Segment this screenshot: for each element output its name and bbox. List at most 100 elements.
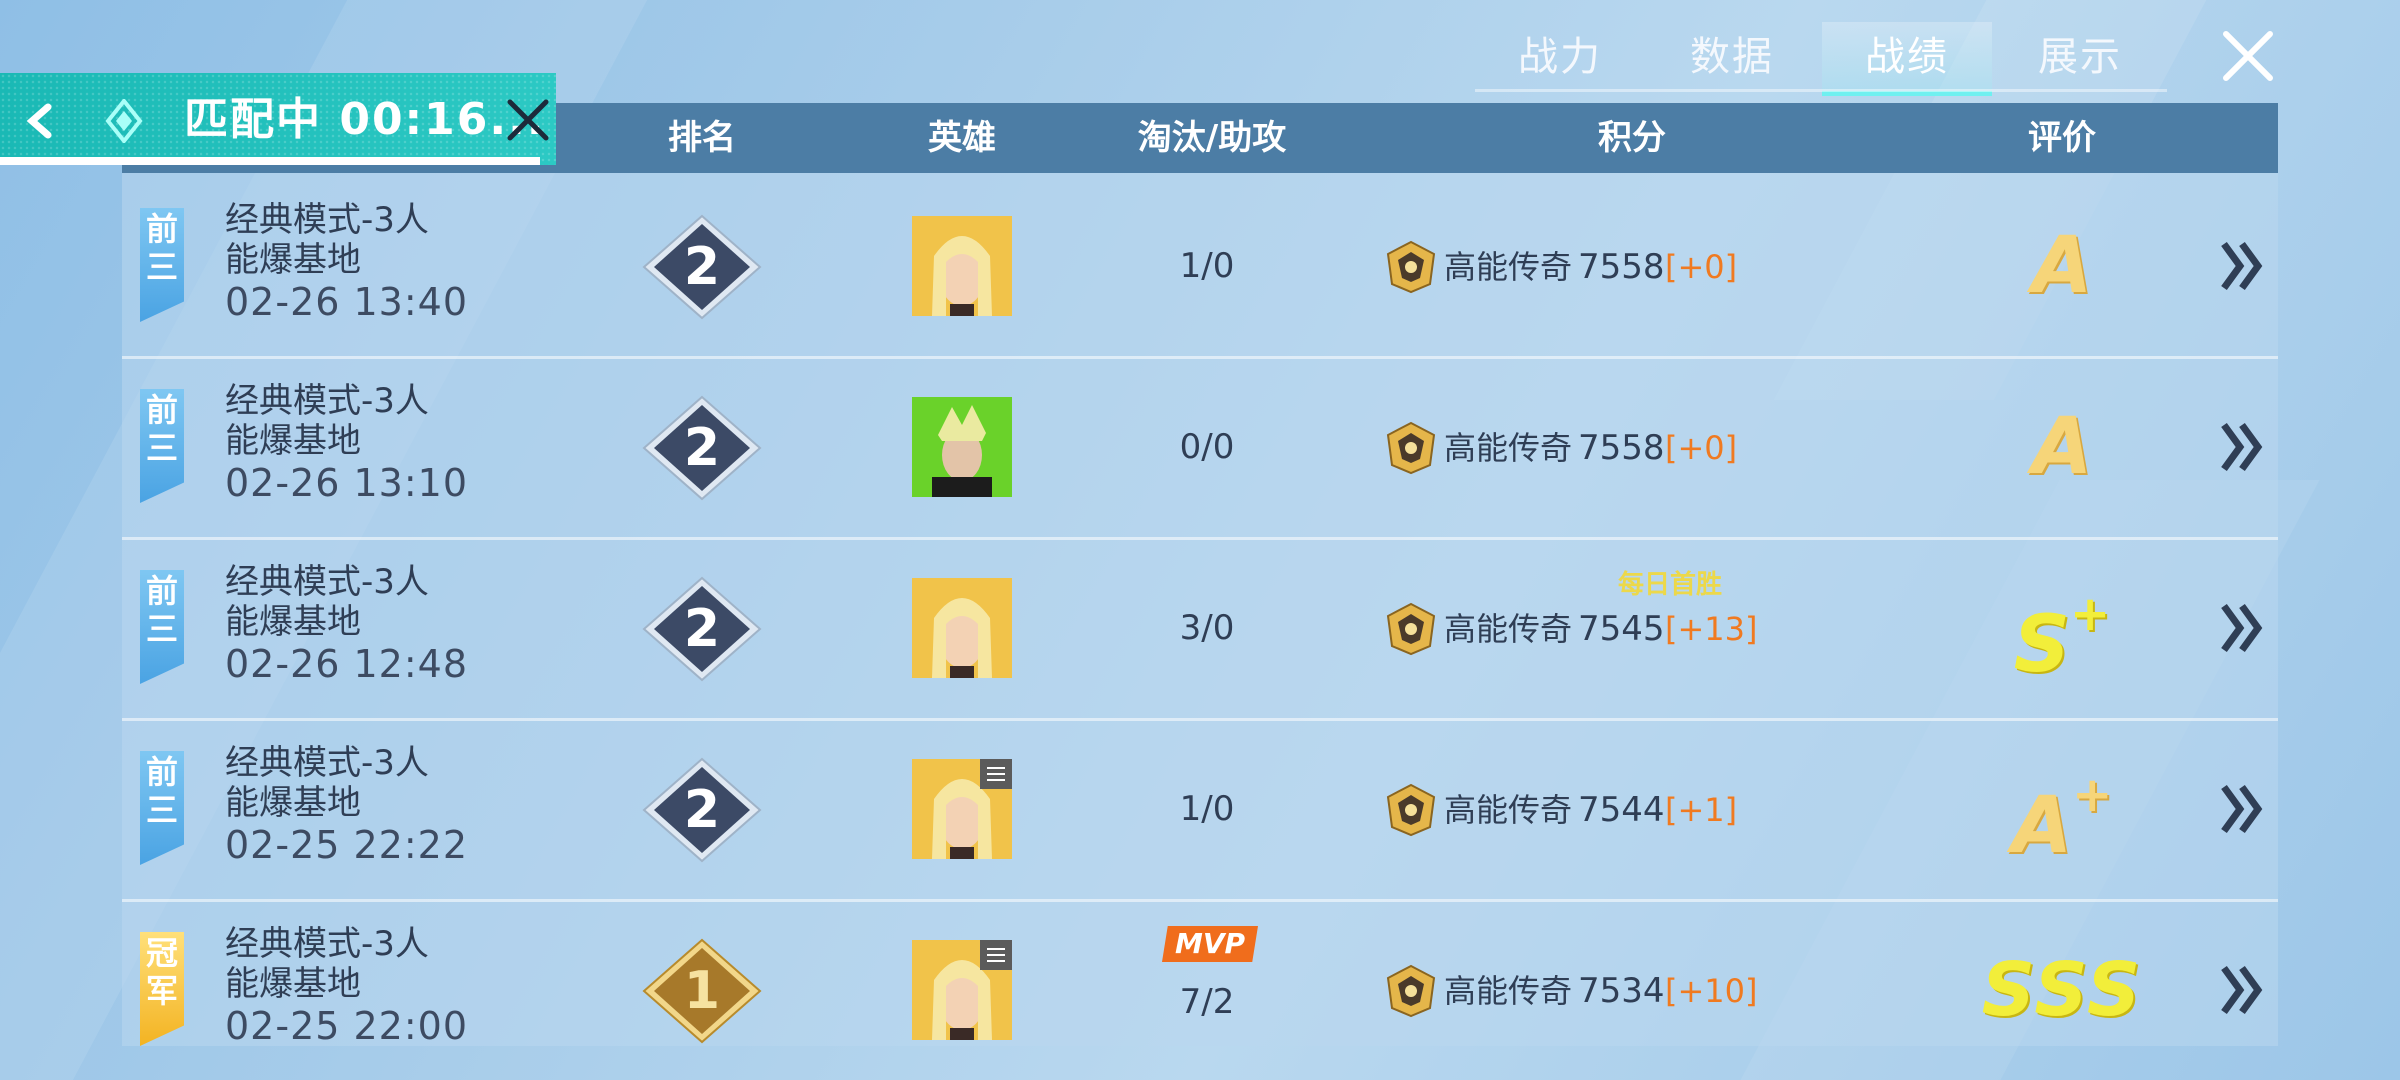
score-delta: [+1] — [1665, 791, 1738, 829]
close-icon[interactable] — [2220, 28, 2276, 84]
score-delta: [+10] — [1665, 972, 1758, 1010]
table-row[interactable]: 前三 经典模式-3人 能爆基地 02-26 13:40 2 1/0 高能传奇 75… — [122, 176, 2278, 359]
rank-number: 2 — [683, 418, 721, 478]
grade-plus: + — [2069, 586, 2111, 642]
score-value: 7558 — [1578, 428, 1665, 468]
hero-avatar — [912, 578, 1012, 678]
rating-grade: S+ — [2013, 586, 2111, 690]
close-icon[interactable] — [504, 96, 552, 144]
rating-grade: SSS — [1981, 947, 2143, 1033]
placement-tag: 前三 — [140, 389, 184, 503]
hero-avatar — [912, 940, 1012, 1040]
kda-value: 3/0 — [1179, 608, 1235, 648]
score-delta: [+13] — [1665, 610, 1758, 648]
placement-tag: 前三 — [140, 570, 184, 684]
map-name: 能爆基地 — [225, 964, 361, 1004]
tab-records[interactable]: 战绩 — [1822, 22, 1992, 96]
match-date: 02-25 22:22 — [225, 823, 469, 867]
tier-name: 高能传奇 — [1444, 429, 1573, 467]
header-hero: 英雄 — [928, 118, 996, 158]
tab-power[interactable]: 战力 — [1475, 22, 1645, 92]
kda-value: 0/0 — [1179, 427, 1235, 467]
grade-plus: + — [2072, 767, 2113, 823]
daily-first-win-note: 每日首胜 — [1618, 570, 1723, 600]
tier-name: 高能传奇 — [1444, 972, 1573, 1010]
mvp-badge: MVP — [1162, 926, 1258, 962]
rank-number: 2 — [683, 780, 721, 840]
menu-icon — [980, 940, 1012, 970]
header-score: 积分 — [1598, 118, 1666, 158]
double-chevron-right-icon[interactable] — [2220, 238, 2264, 294]
score-value: 7558 — [1578, 247, 1665, 287]
table-row[interactable]: 前三 经典模式-3人 能爆基地 02-25 22:22 2 1/0 高能传奇 75… — [122, 719, 2278, 902]
match-date: 02-25 22:00 — [225, 1004, 469, 1046]
header-rank: 排名 — [668, 118, 736, 158]
double-chevron-right-icon[interactable] — [2220, 962, 2264, 1018]
legend-tier-icon — [1386, 240, 1436, 294]
tab-showcase[interactable]: 展示 — [1995, 22, 2165, 92]
double-chevron-right-icon[interactable] — [2220, 600, 2264, 656]
rating-grade: A — [2031, 402, 2093, 492]
header-rating: 评价 — [2028, 118, 2096, 158]
placement-tag: 冠军 — [140, 932, 184, 1046]
matching-label: 匹配中 — [184, 94, 322, 145]
legend-tier-icon — [1386, 783, 1436, 837]
header-kda: 淘汰/助攻 — [1137, 118, 1287, 158]
tier-name: 高能传奇 — [1444, 248, 1573, 286]
kda-value: 1/0 — [1179, 246, 1235, 286]
mode-name: 经典模式-3人 — [225, 743, 429, 783]
map-name: 能爆基地 — [225, 602, 361, 642]
rank-number: 2 — [683, 599, 721, 659]
matching-diamond-icon — [105, 99, 143, 143]
score-delta: [+0] — [1665, 248, 1738, 286]
chevron-left-icon[interactable] — [20, 101, 64, 141]
mode-name: 经典模式-3人 — [225, 924, 429, 964]
kda-value: 7/2 — [1179, 982, 1235, 1022]
hero-avatar — [912, 397, 1012, 497]
kda-value: 1/0 — [1179, 789, 1235, 829]
rating-grade: A+ — [2011, 767, 2113, 871]
table-row[interactable]: 前三 经典模式-3人 能爆基地 02-26 13:10 2 0/0 高能传奇 75… — [122, 357, 2278, 540]
match-mode: 经典模式-3人 能爆基地 — [225, 200, 429, 280]
legend-tier-icon — [1386, 421, 1436, 475]
hero-avatar — [912, 759, 1012, 859]
tab-bar: 战力 数据 战绩 展示 — [1475, 22, 2167, 96]
tier-name: 高能传奇 — [1444, 610, 1573, 648]
match-date: 02-26 12:48 — [225, 642, 469, 686]
matching-banner-edge — [0, 157, 540, 165]
score-value: 7534 — [1578, 971, 1665, 1011]
menu-icon — [980, 759, 1012, 789]
map-name: 能爆基地 — [225, 421, 361, 461]
mode-name: 经典模式-3人 — [225, 562, 429, 602]
rating-grade: A — [2031, 221, 2093, 311]
match-mode: 经典模式-3人 能爆基地 — [225, 562, 429, 642]
rank-number: 1 — [683, 961, 721, 1021]
mode-name: 经典模式-3人 — [225, 200, 429, 240]
score-value: 7544 — [1578, 790, 1665, 830]
matching-status: 匹配中 00:16... — [184, 90, 546, 150]
match-mode: 经典模式-3人 能爆基地 — [225, 381, 429, 461]
score-value: 7545 — [1578, 609, 1665, 649]
map-name: 能爆基地 — [225, 240, 361, 280]
tab-underline — [1475, 89, 2167, 92]
table-row[interactable]: 冠军 经典模式-3人 能爆基地 02-25 22:00 1 MVP 7/2 高能传… — [122, 900, 2278, 1046]
match-date: 02-26 13:40 — [225, 280, 469, 324]
match-mode: 经典模式-3人 能爆基地 — [225, 743, 429, 823]
tab-data[interactable]: 数据 — [1647, 22, 1817, 92]
records-table: 排名 英雄 淘汰/助攻 积分 评价 前三 经典模式-3人 能爆基地 02-26 1… — [122, 103, 2278, 1046]
rank-number: 2 — [683, 237, 721, 297]
placement-tag: 前三 — [140, 751, 184, 865]
map-name: 能爆基地 — [225, 783, 361, 823]
match-date: 02-26 13:10 — [225, 461, 469, 505]
double-chevron-right-icon[interactable] — [2220, 781, 2264, 837]
match-mode: 经典模式-3人 能爆基地 — [225, 924, 429, 1004]
double-chevron-right-icon[interactable] — [2220, 419, 2264, 475]
placement-tag: 前三 — [140, 208, 184, 322]
legend-tier-icon — [1386, 964, 1436, 1018]
tier-name: 高能传奇 — [1444, 791, 1573, 829]
legend-tier-icon — [1386, 602, 1436, 656]
table-row[interactable]: 前三 经典模式-3人 能爆基地 02-26 12:48 2 3/0 每日首胜 高能… — [122, 538, 2278, 721]
hero-avatar — [912, 216, 1012, 316]
mode-name: 经典模式-3人 — [225, 381, 429, 421]
score-delta: [+0] — [1665, 429, 1738, 467]
